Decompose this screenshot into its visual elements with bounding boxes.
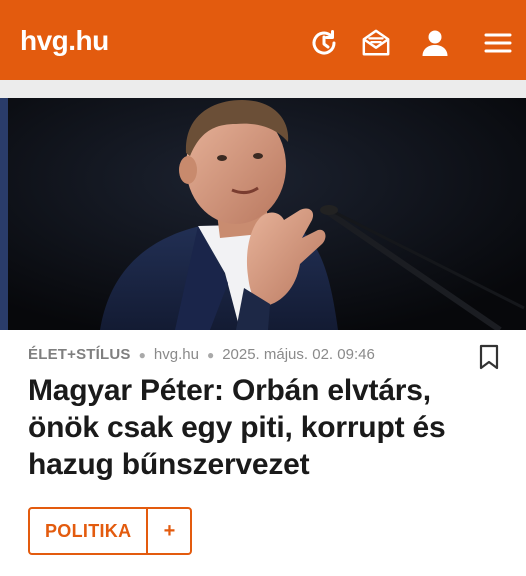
site-logo[interactable]: hvg.hu xyxy=(20,27,109,55)
meta-separator: ● xyxy=(138,347,146,362)
user-icon[interactable] xyxy=(420,28,450,58)
follow-topic-button[interactable]: + xyxy=(148,509,190,553)
meta-separator: ● xyxy=(206,347,215,362)
history-icon[interactable] xyxy=(309,28,339,58)
topic-tag-label[interactable]: POLITIKA xyxy=(30,509,149,553)
newsletter-icon[interactable] xyxy=(361,28,391,58)
top-bar: hvg.hu xyxy=(0,0,526,80)
article-meta: ÉLET+STÍLUS ● hvg.hu ● 2025. május. 02. … xyxy=(28,346,466,363)
article-datetime: 2025. május. 02. 09:46 xyxy=(222,346,375,363)
menu-icon[interactable] xyxy=(483,28,513,58)
article-category[interactable]: ÉLET+STÍLUS xyxy=(28,346,131,363)
article-hero-image[interactable] xyxy=(0,98,526,330)
article-source: hvg.hu xyxy=(153,346,199,363)
bookmark-icon[interactable] xyxy=(478,344,500,370)
header-separator xyxy=(0,80,526,98)
topic-tag: POLITIKA + xyxy=(28,507,193,555)
article-headline[interactable]: Magyar Péter: Orbán elvtárs, önök csak e… xyxy=(28,372,508,483)
